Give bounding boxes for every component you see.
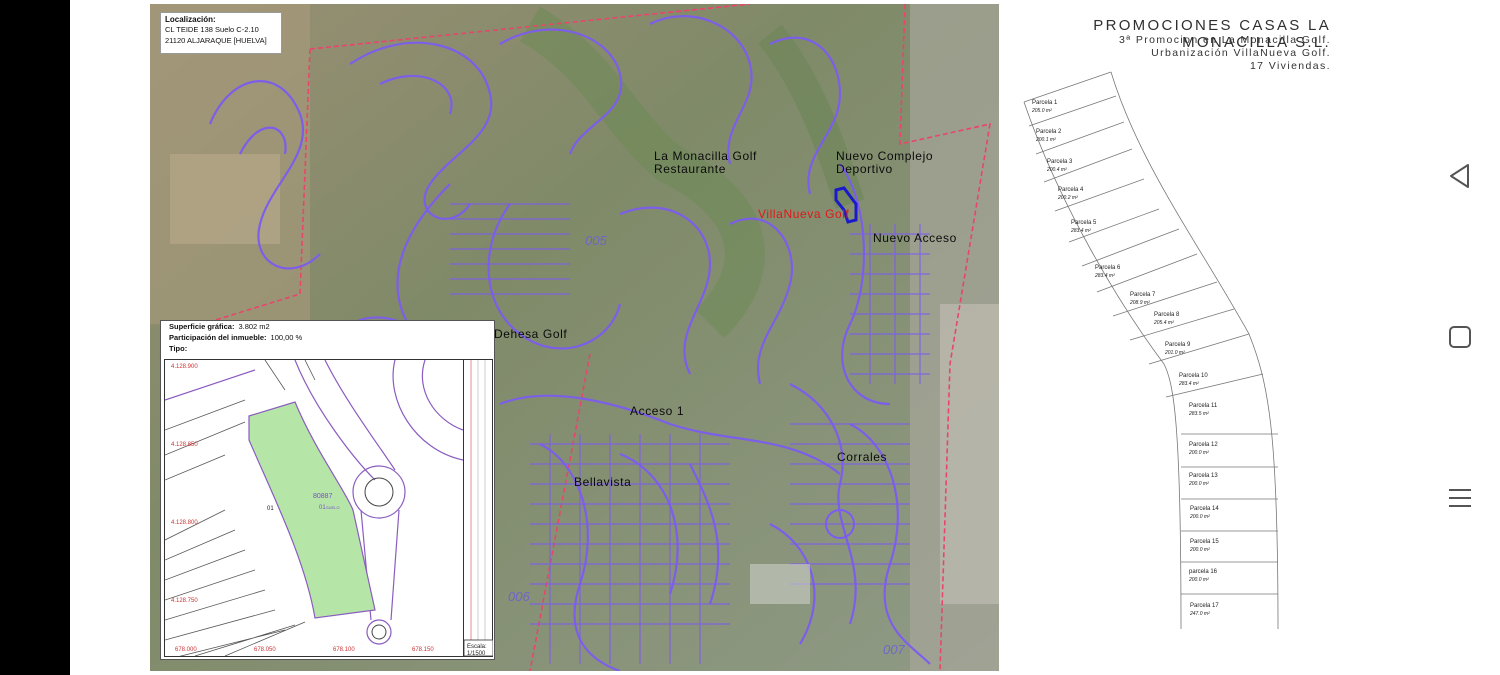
x-tick: 678.000 [175, 647, 197, 653]
parcel-label: Parcela 13 200.0 m² [1189, 473, 1218, 487]
label-deportivo: Deportivo [836, 162, 893, 176]
x-tick: 678.100 [333, 647, 355, 653]
y-tick: 4.128.900 [171, 364, 198, 370]
parcel-label: Parcela 17 247.0 m² [1190, 603, 1219, 617]
label-dehesa-golf: Dehesa Golf [494, 327, 568, 341]
label-acceso-1: Acceso 1 [630, 404, 685, 418]
location-line: CL TEIDE 138 Suelo C-2.10 [165, 25, 259, 34]
inset-legend [463, 359, 494, 657]
y-tick: 4.128.750 [171, 598, 198, 604]
participacion-label: Participación del inmueble: [169, 333, 267, 342]
parcel-id: 80887 [313, 493, 333, 500]
parcel-label: Parcela 11 283.5 m² [1189, 403, 1218, 417]
parcel-label: Parcela 15 200.0 m² [1190, 539, 1219, 553]
parcel-label: parcela 16 200.0 m² [1189, 569, 1218, 583]
label-nuevo-complejo: Nuevo Complejo [836, 149, 934, 163]
label-bellavista: Bellavista [574, 475, 632, 489]
menu-button[interactable] [1440, 478, 1480, 518]
square-home-icon [1449, 326, 1471, 348]
triangle-back-icon [1450, 164, 1469, 188]
cadastral-inset: Superficie gráfica: 3.802 m2 Participació… [160, 320, 495, 660]
parcel-label: Parcela 4 200.2 m² [1058, 187, 1084, 201]
zone-number: 007 [883, 642, 905, 657]
hamburger-menu-icon [1449, 489, 1471, 507]
navigation-bar [1418, 0, 1500, 675]
label-nuevo-acceso: Nuevo Acceso [873, 231, 957, 245]
participacion-value: 100,00 % [270, 333, 303, 342]
parcel-label: Parcela 8 205.4 m² [1154, 312, 1180, 326]
superficie-value: 3.802 m2 [238, 322, 270, 331]
y-tick: 4.128.800 [171, 520, 198, 526]
location-line: 21120 ALJARAQUE [HUELVA] [165, 36, 267, 45]
location-title: Localización: [165, 15, 216, 24]
suelo-label: SUELO [326, 505, 340, 510]
label-corrales: Corrales [837, 450, 888, 464]
legend-graphic [463, 360, 494, 657]
parcel-label: Parcela 7 208.9 m² [1130, 292, 1156, 306]
parcel-label: Parcela 1 205.0 m² [1032, 100, 1058, 114]
label-monacilla-golf: La Monacilla Golf [654, 149, 757, 163]
promotion-plate: PROMOCIONES CASAS LA MONACILLA S.L. 3ª P… [999, 4, 1337, 671]
location-box: Localización: CL TEIDE 138 Suelo C-2.10 … [160, 12, 282, 54]
zone-number: 006 [508, 589, 530, 604]
parcel-sub: 01 [319, 505, 326, 511]
escala-value: 1/1500 [467, 651, 486, 657]
back-button[interactable] [1440, 156, 1480, 196]
parcel-label: Parcela 12 200.0 m² [1189, 442, 1218, 456]
parcel-label: Parcela 10 283.4 m² [1179, 373, 1208, 387]
y-tick: 4.128.850 [171, 442, 198, 448]
zone-number: 005 [585, 233, 607, 248]
parcel-label: Parcela 5 283.4 m² [1071, 220, 1097, 234]
parcel-label: Parcela 14 200.0 m² [1190, 506, 1219, 520]
parcel-label: Parcela 3 200.4 m² [1047, 159, 1073, 173]
cadastral-drawing [165, 360, 463, 656]
parcel-label: Parcela 6 283.4 m² [1095, 265, 1121, 279]
cadastral-plot [164, 359, 464, 657]
lot-number: 01 [267, 506, 274, 512]
tipo-label: Tipo: [169, 344, 188, 353]
inset-header: Superficie gráfica: 3.802 m2 Participació… [169, 321, 302, 354]
parcel-label: Parcela 9 201.0 m² [1165, 342, 1191, 356]
home-button[interactable] [1440, 317, 1480, 357]
superficie-label: Superficie gráfica: [169, 322, 235, 331]
label-restaurante: Restaurante [654, 162, 726, 176]
parcel-label: Parcela 2 200.1 m² [1036, 129, 1062, 143]
x-tick: 678.150 [412, 647, 434, 653]
label-villanueva-golf: VillaNueva Golf [758, 207, 850, 221]
x-tick: 678.050 [254, 647, 276, 653]
